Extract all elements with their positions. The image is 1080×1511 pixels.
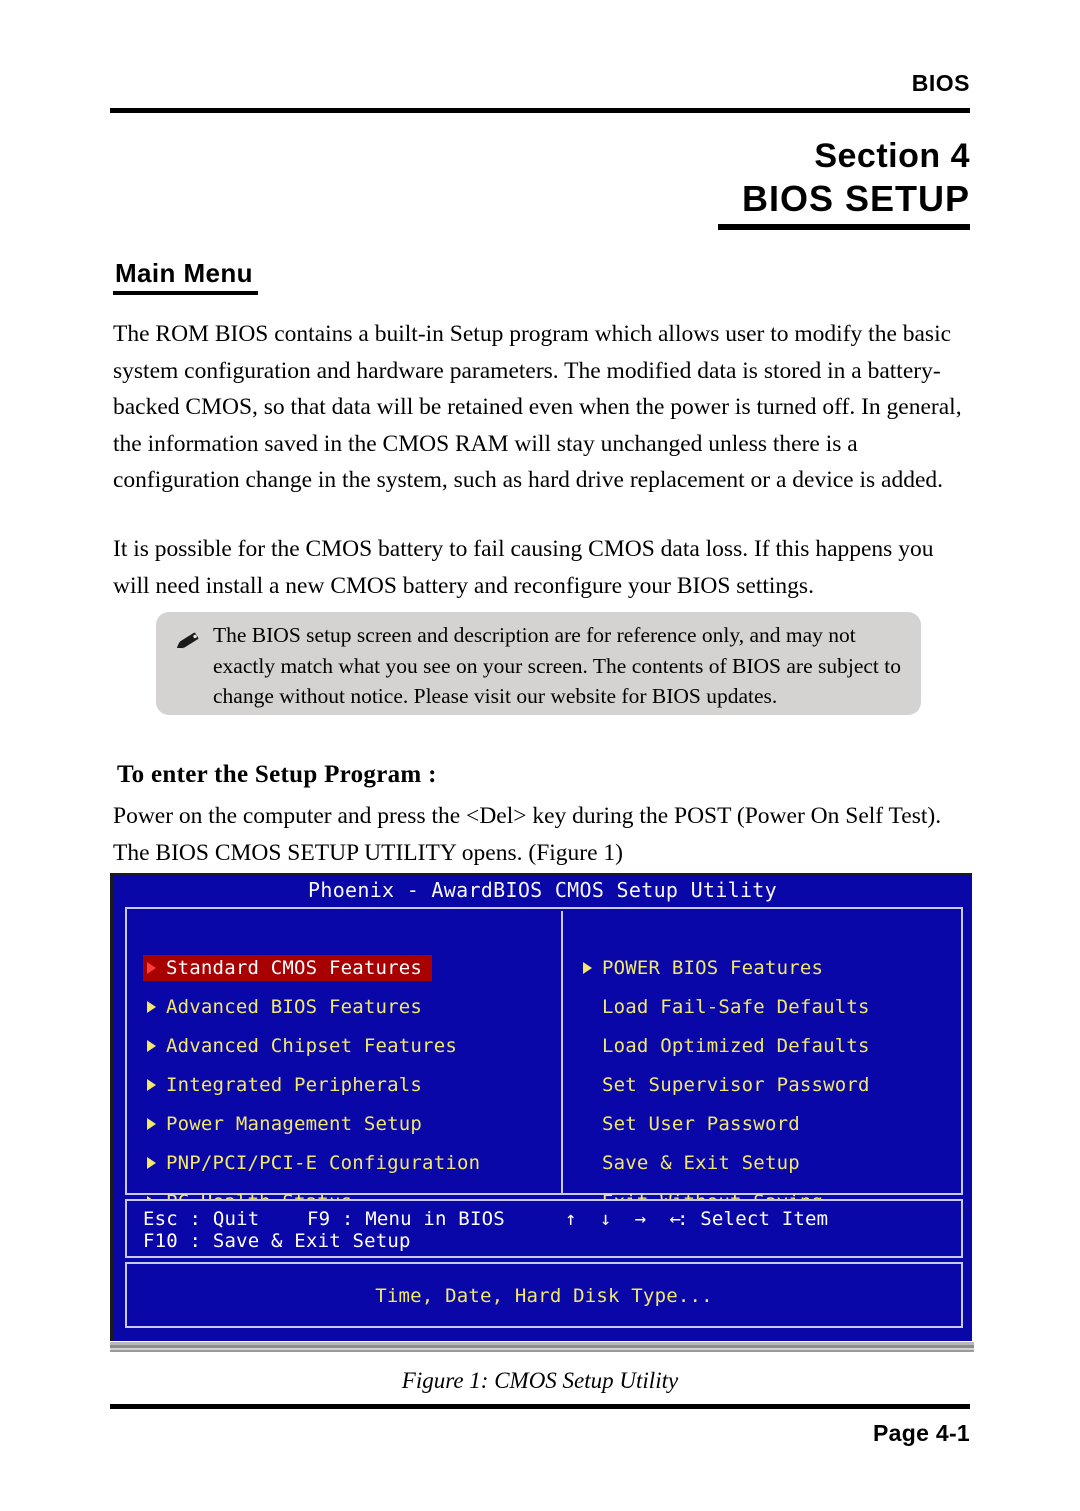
triangle-bullet-icon bbox=[147, 1040, 156, 1052]
bios-menu-panel: Standard CMOS Features Advanced BIOS Fea… bbox=[125, 907, 963, 1213]
screenshot-bevel-edge bbox=[110, 1341, 974, 1352]
running-header-bios: BIOS bbox=[911, 70, 970, 96]
bios-menu-item-label: Standard CMOS Features bbox=[166, 957, 423, 979]
bios-window-title: Phoenix - AwardBIOS CMOS Setup Utility bbox=[308, 878, 777, 902]
bios-menu-right-column: POWER BIOS Features Load Fail-Safe Defau… bbox=[579, 955, 959, 1228]
bios-menu-item-label: Power Management Setup bbox=[166, 1113, 423, 1135]
heading-main-menu-underline bbox=[113, 291, 258, 295]
section-number: Section 4 bbox=[814, 137, 970, 175]
help-key-f10: F10 : Save & Exit Setup bbox=[143, 1230, 411, 1252]
bios-menu-item-label: Load Optimized Defaults bbox=[602, 1035, 870, 1057]
note-callout-box: The BIOS setup screen and description ar… bbox=[156, 612, 921, 715]
triangle-bullet-icon bbox=[147, 1157, 156, 1169]
paragraph-cmos-battery: It is possible for the CMOS battery to f… bbox=[113, 531, 975, 604]
header-divider-rule bbox=[110, 108, 970, 113]
bios-menu-item-label: Save & Exit Setup bbox=[602, 1152, 800, 1174]
bios-menu-item-label: POWER BIOS Features bbox=[602, 957, 824, 979]
column-divider bbox=[561, 911, 563, 1195]
document-page: BIOS Section 4 BIOS SETUP Main Menu The … bbox=[0, 0, 1080, 1511]
paragraph-text: It is possible for the CMOS battery to f… bbox=[113, 536, 934, 599]
triangle-bullet-icon bbox=[147, 1079, 156, 1091]
bios-menu-item-save-and-exit-setup[interactable]: Save & Exit Setup bbox=[579, 1150, 959, 1176]
bios-menu-item-label: PNP/PCI/PCI-E Configuration bbox=[166, 1152, 481, 1174]
heading-main-menu: Main Menu bbox=[115, 258, 253, 288]
bios-menu-item-load-fail-safe-defaults[interactable]: Load Fail-Safe Defaults bbox=[579, 994, 959, 1020]
triangle-bullet-icon bbox=[147, 962, 156, 974]
bios-menu-item-load-optimized-defaults[interactable]: Load Optimized Defaults bbox=[579, 1033, 959, 1059]
bios-menu-item-power-management-setup[interactable]: Power Management Setup bbox=[143, 1111, 553, 1137]
bios-menu-item-label: Integrated Peripherals bbox=[166, 1074, 423, 1096]
bios-status-panel: Time, Date, Hard Disk Type... bbox=[125, 1262, 963, 1328]
bios-menu-left-column: Standard CMOS Features Advanced BIOS Fea… bbox=[143, 955, 553, 1228]
bios-menu-item-standard-cmos-features[interactable]: Standard CMOS Features bbox=[143, 955, 432, 981]
section-title-underline bbox=[718, 224, 970, 230]
triangle-bullet-icon bbox=[583, 962, 592, 974]
bios-menu-item-label: Advanced BIOS Features bbox=[166, 996, 423, 1018]
bios-setup-screenshot: Phoenix - AwardBIOS CMOS Setup Utility S… bbox=[110, 873, 972, 1341]
bios-help-bar: Esc : Quit F9 : Menu in BIOS ↑ ↓ → ← : S… bbox=[125, 1199, 963, 1258]
bios-menu-item-label: Advanced Chipset Features bbox=[166, 1035, 457, 1057]
paragraph-rom-bios: The ROM BIOS contains a built-in Setup p… bbox=[113, 316, 975, 499]
bios-menu-item-set-user-password[interactable]: Set User Password bbox=[579, 1111, 959, 1137]
figure-caption: Figure 1: CMOS Setup Utility bbox=[401, 1368, 679, 1393]
paragraph-text: Power on the computer and press the <Del… bbox=[113, 803, 942, 866]
help-key-f9: F9 : Menu in BIOS bbox=[307, 1208, 505, 1230]
bios-menu-item-set-supervisor-password[interactable]: Set Supervisor Password bbox=[579, 1072, 959, 1098]
bios-menu-item-integrated-peripherals[interactable]: Integrated Peripherals bbox=[143, 1072, 553, 1098]
triangle-bullet-icon bbox=[147, 1118, 156, 1130]
page-number: Page 4-1 bbox=[872, 1420, 970, 1446]
footer-divider-rule bbox=[110, 1404, 970, 1409]
heading-to-enter-setup-program: To enter the Setup Program : bbox=[117, 761, 437, 788]
page-title: Section 4 BIOS SETUP bbox=[742, 135, 970, 221]
bios-menu-item-pnp-pci-configuration[interactable]: PNP/PCI/PCI-E Configuration bbox=[143, 1150, 553, 1176]
note-text: The BIOS setup screen and description ar… bbox=[213, 623, 901, 708]
bios-menu-item-label: Load Fail-Safe Defaults bbox=[602, 996, 870, 1018]
bios-menu-item-advanced-bios-features[interactable]: Advanced BIOS Features bbox=[143, 994, 553, 1020]
pencil-icon bbox=[176, 632, 199, 649]
bios-menu-item-advanced-chipset-features[interactable]: Advanced Chipset Features bbox=[143, 1033, 553, 1059]
triangle-bullet-icon bbox=[147, 1001, 156, 1013]
bios-menu-item-power-bios-features[interactable]: POWER BIOS Features bbox=[579, 955, 959, 981]
arrow-keys-icon: ↑ ↓ → ← bbox=[565, 1208, 688, 1230]
bios-status-text: Time, Date, Hard Disk Type... bbox=[375, 1285, 713, 1307]
bios-menu-item-label: Set Supervisor Password bbox=[602, 1074, 870, 1096]
section-title-text: BIOS SETUP bbox=[741, 178, 970, 219]
paragraph-text: The ROM BIOS contains a built-in Setup p… bbox=[113, 321, 962, 493]
bios-menu-item-label: Set User Password bbox=[602, 1113, 800, 1135]
paragraph-enter-setup: Power on the computer and press the <Del… bbox=[113, 798, 975, 871]
help-key-esc: Esc : Quit bbox=[143, 1208, 260, 1230]
help-select-item: : Select Item bbox=[677, 1208, 829, 1230]
